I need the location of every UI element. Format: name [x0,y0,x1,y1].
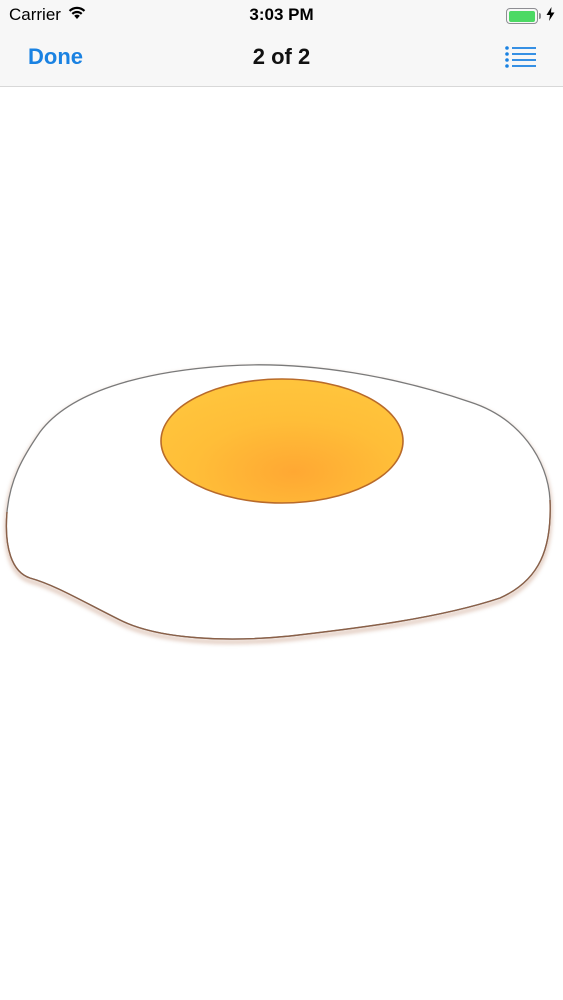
battery-fill [508,10,535,22]
list-icon[interactable] [505,45,537,69]
status-right [506,6,555,26]
fried-egg-image [4,364,552,644]
content-area [0,87,563,1000]
battery-icon [506,8,541,24]
screen: Carrier 3:03 PM Done 2 of 2 [0,0,563,1000]
status-time: 3:03 PM [249,5,314,24]
navigation-bar: Done 2 of 2 [0,30,563,87]
egg-yolk [160,378,404,504]
page-title: 2 of 2 [252,44,311,69]
bolt-icon [546,6,555,26]
status-bar: Carrier 3:03 PM [0,0,563,30]
